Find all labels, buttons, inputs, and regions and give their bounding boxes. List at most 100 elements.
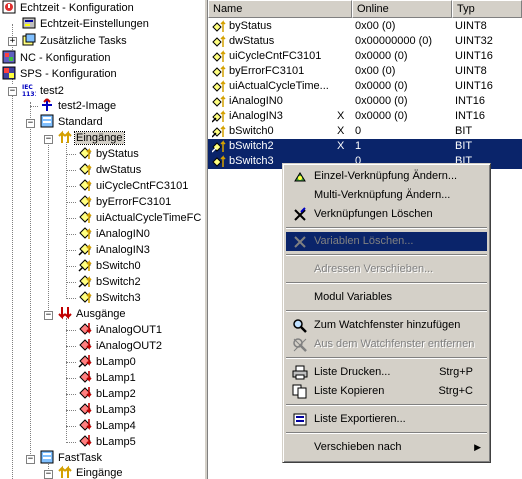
- menu-separator: [286, 227, 487, 229]
- output-variable-icon: [79, 403, 92, 415]
- configuration-tree[interactable]: Echtzeit - Konfiguration Echtzeit-Einste…: [0, 0, 204, 479]
- tree-node-sps[interactable]: SPS - Konfiguration: [2, 66, 118, 82]
- collapse-minus-icon[interactable]: −: [26, 119, 35, 128]
- menu-item-liste-exportieren[interactable]: Liste Exportieren...: [286, 410, 487, 429]
- tree-input-var-linked[interactable]: iAnalogIN3: [78, 242, 151, 258]
- cell-online: 1: [355, 140, 362, 152]
- menu-item-verschieben-nach[interactable]: Verschieben nach ▶: [286, 438, 487, 457]
- input-variable-icon: [212, 155, 226, 167]
- column-header-name[interactable]: Name: [208, 0, 352, 18]
- tree-input-var[interactable]: byErrorFC3101: [78, 194, 172, 210]
- tree-node-ausgaenge[interactable]: Ausgänge: [58, 306, 127, 322]
- tree-line: [66, 442, 76, 443]
- tree-line: [66, 362, 76, 363]
- tree-input-var[interactable]: iAnalogIN0: [78, 226, 151, 242]
- tree-output-var[interactable]: bLamp2: [78, 386, 137, 402]
- tree-label: bLamp5: [96, 436, 136, 448]
- menu-item-verknuepfungen-loeschen[interactable]: Verknüpfungen Löschen: [286, 205, 487, 224]
- menu-item-label: Zum Watchfenster hinzufügen: [314, 319, 461, 331]
- list-row[interactable]: bSwitch0 X 0 BIT: [208, 124, 522, 139]
- tree-node-fasttask[interactable]: FastTask: [40, 450, 103, 466]
- output-variable-icon: [79, 435, 92, 447]
- submenu-arrow-icon: ▶: [474, 442, 481, 452]
- menu-item-watch-add[interactable]: Zum Watchfenster hinzufügen: [286, 316, 487, 335]
- tree-node-echtzeit[interactable]: Echtzeit - Konfiguration: [2, 0, 135, 16]
- tree-line: [66, 266, 76, 267]
- tree-node-test2[interactable]: IEC1131 test2: [22, 83, 65, 99]
- tree-input-var[interactable]: dwStatus: [78, 162, 142, 178]
- cell-typ: UINT32: [455, 35, 493, 47]
- menu-item-liste-drucken[interactable]: Liste Drucken... Strg+P: [286, 363, 487, 382]
- tree-output-var[interactable]: iAnalogOUT1: [78, 322, 163, 338]
- list-row[interactable]: dwStatus 0x00000000 (0) UINT32: [208, 34, 522, 49]
- collapse-minus-icon[interactable]: −: [8, 87, 17, 96]
- context-menu[interactable]: Einzel-Verknüpfung Ändern... Multi-Verkn…: [282, 163, 491, 463]
- menu-item-modul-variables[interactable]: Modul Variables: [286, 288, 487, 307]
- list-row-selected[interactable]: bSwitch2 X 1 BIT: [208, 139, 522, 154]
- tree-output-var[interactable]: bLamp1: [78, 370, 137, 386]
- iec-project-icon: IEC1131: [22, 83, 36, 97]
- tree-line: [66, 394, 76, 395]
- tree-line: [66, 142, 67, 297]
- linked-input-variable-icon: [212, 110, 226, 123]
- tree-line: [66, 330, 76, 331]
- svg-text:IEC: IEC: [22, 84, 33, 91]
- menu-item-einzel-verknuepfung[interactable]: Einzel-Verknüpfung Ändern...: [286, 167, 487, 186]
- menu-item-watch-remove[interactable]: Aus dem Watchfenster entfernen: [286, 335, 487, 354]
- tree-output-var[interactable]: iAnalogOUT2: [78, 338, 163, 354]
- tree-label: bSwitch0: [96, 260, 141, 272]
- tree-output-var[interactable]: bLamp3: [78, 402, 137, 418]
- expand-plus-icon[interactable]: +: [8, 37, 17, 46]
- tree-input-var[interactable]: byStatus: [78, 146, 140, 162]
- collapse-minus-icon[interactable]: −: [26, 455, 35, 464]
- tree-node-zusaetzliche-tasks[interactable]: Zusätzliche Tasks: [22, 33, 128, 49]
- list-row[interactable]: byStatus 0x00 (0) UINT8: [208, 19, 522, 34]
- column-header-typ[interactable]: Typ: [452, 0, 522, 18]
- tree-node-fasttask-eingaenge[interactable]: Eingänge: [58, 465, 124, 479]
- tree-input-var-linked[interactable]: bSwitch2: [78, 274, 142, 290]
- tree-label: Echtzeit-Einstellungen: [40, 18, 149, 30]
- menu-item-label: Modul Variables: [314, 291, 393, 303]
- tree-input-var-linked[interactable]: bSwitch0: [78, 258, 142, 274]
- list-row[interactable]: iAnalogIN0 0x0000 (0) INT16: [208, 94, 522, 109]
- column-header-online[interactable]: Online: [352, 0, 452, 18]
- cell-online: 0x00000000 (0): [355, 35, 433, 47]
- tree-output-var-linked[interactable]: bLamp0: [78, 354, 137, 370]
- input-variable-icon: [212, 50, 226, 62]
- tree-input-var[interactable]: uiActualCycleTimeFC: [78, 210, 202, 226]
- input-variable-icon: [212, 95, 226, 107]
- list-row[interactable]: uiCycleCntFC3101 0x0000 (0) UINT16: [208, 49, 522, 64]
- tree-node-echtzeit-einstellungen[interactable]: Echtzeit-Einstellungen: [22, 16, 150, 32]
- list-row[interactable]: uiActualCycleTime... 0x0000 (0) UINT16: [208, 79, 522, 94]
- collapse-minus-icon[interactable]: −: [44, 135, 53, 144]
- tree-label: bSwitch3: [96, 292, 141, 304]
- tree-label: iAnalogOUT2: [96, 340, 163, 352]
- tree-input-var[interactable]: uiCycleCntFC3101: [78, 178, 189, 194]
- cell-typ: BIT: [455, 140, 473, 152]
- tree-node-standard[interactable]: Standard: [40, 114, 104, 130]
- collapse-minus-icon[interactable]: −: [44, 470, 53, 479]
- tree-line: [30, 106, 38, 107]
- tree-node-test2-image[interactable]: test2-Image: [40, 98, 117, 114]
- tree-node-nc[interactable]: NC - Konfiguration: [2, 50, 112, 66]
- cell-name: dwStatus: [229, 35, 275, 47]
- cell-name: iAnalogIN3: [229, 110, 283, 122]
- cell-online: 0x00 (0): [355, 20, 396, 32]
- list-row[interactable]: iAnalogIN3 X 0x0000 (0) INT16: [208, 109, 522, 124]
- cell-online: 0x00 (0): [355, 65, 396, 77]
- output-variable-icon: [79, 323, 92, 335]
- tree-line: [48, 138, 49, 314]
- list-row[interactable]: byErrorFC3101 0x00 (0) UINT8: [208, 64, 522, 79]
- menu-item-multi-verknuepfung[interactable]: Multi-Verknüpfung Ändern...: [286, 186, 487, 205]
- cell-typ: INT16: [455, 110, 485, 122]
- tree-node-eingaenge[interactable]: Eingänge: [58, 130, 125, 146]
- menu-item-liste-kopieren[interactable]: Liste Kopieren Strg+C: [286, 382, 487, 401]
- tree-input-var[interactable]: bSwitch3: [78, 290, 142, 306]
- menu-item-label: Liste Drucken...: [314, 366, 391, 378]
- collapse-minus-icon[interactable]: −: [44, 311, 53, 320]
- menu-item-variablen-loeschen[interactable]: Variablen Löschen...: [286, 232, 487, 251]
- tree-output-var[interactable]: bLamp4: [78, 418, 137, 434]
- menu-item-label: Variablen Löschen...: [314, 235, 414, 247]
- menu-item-adressen-verschieben[interactable]: Adressen Verschieben...: [286, 260, 487, 279]
- tree-output-var[interactable]: bLamp5: [78, 434, 137, 450]
